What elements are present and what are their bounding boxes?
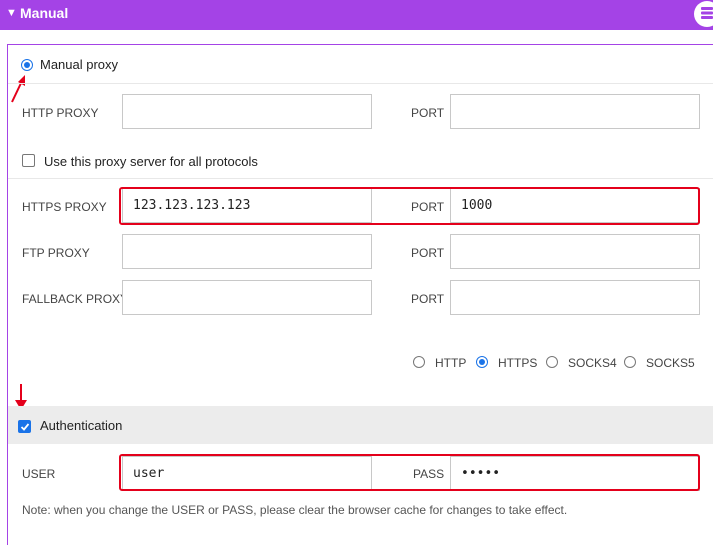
manual-proxy-radio[interactable]	[21, 59, 33, 71]
annotation-arrow-icon	[11, 75, 25, 103]
manual-proxy-label: Manual proxy	[40, 57, 119, 72]
protocol-label-socks5: SOCKS5	[646, 356, 695, 370]
protocol-radio-http[interactable]	[413, 356, 425, 368]
http-port-label: PORT	[411, 106, 445, 120]
section-title: Manual	[20, 5, 69, 21]
divider	[8, 178, 713, 179]
divider	[8, 83, 713, 84]
https-proxy-label: HTTPS PROXY	[22, 200, 107, 214]
protocol-label-socks4: SOCKS4	[568, 356, 617, 370]
authentication-checkbox[interactable]	[18, 420, 31, 433]
http-port-input[interactable]	[450, 94, 700, 129]
protocol-radio-socks5[interactable]	[624, 356, 636, 368]
ftp-proxy-input[interactable]	[122, 234, 372, 269]
ftp-proxy-label: FTP PROXY	[22, 246, 90, 260]
auth-highlight-box	[119, 454, 700, 491]
cache-note: Note: when you change the USER or PASS, …	[22, 503, 568, 517]
section-header[interactable]: ▼ Manual	[0, 0, 713, 30]
authentication-label: Authentication	[40, 418, 123, 433]
protocol-radio-https[interactable]	[476, 356, 488, 368]
fallback-proxy-input[interactable]	[122, 280, 372, 315]
ftp-port-label: PORT	[411, 246, 445, 260]
fallback-port-label: PORT	[411, 292, 445, 306]
all-protocols-checkbox[interactable]	[22, 154, 35, 167]
fallback-proxy-label: FALLBACK PROXY	[22, 292, 129, 306]
http-proxy-label: HTTP PROXY	[22, 106, 99, 120]
all-protocols-label: Use this proxy server for all protocols	[44, 154, 258, 169]
user-label: USER	[22, 467, 56, 481]
protocol-label-https: HTTPS	[498, 356, 538, 370]
http-proxy-input[interactable]	[122, 94, 372, 129]
ftp-port-input[interactable]	[450, 234, 700, 269]
protocol-radio-socks4[interactable]	[546, 356, 558, 368]
protocol-label-http: HTTP	[435, 356, 467, 370]
https-highlight-box	[119, 187, 700, 225]
chevron-down-icon: ▼	[6, 7, 17, 19]
fallback-port-input[interactable]	[450, 280, 700, 315]
server-stack-icon[interactable]	[694, 1, 713, 27]
